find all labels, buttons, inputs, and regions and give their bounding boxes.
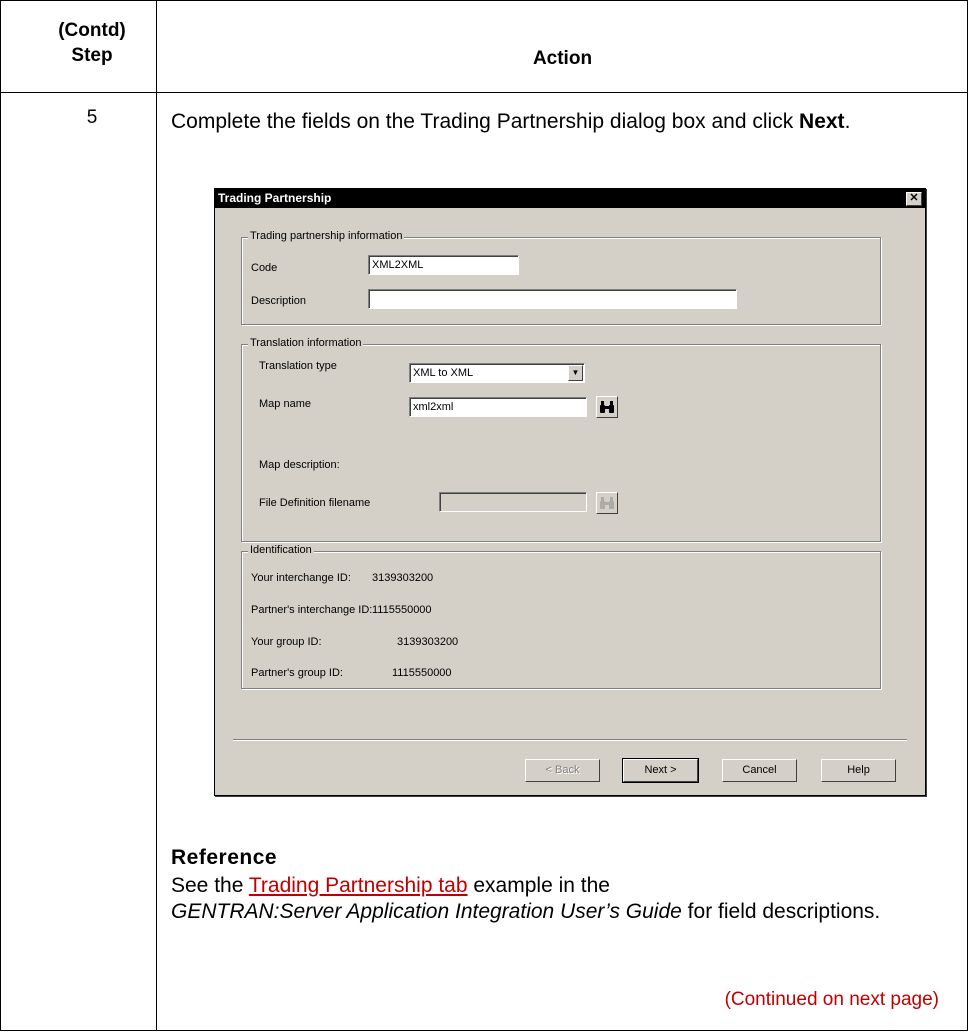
- dialog-title-bar: Trading Partnership ✕: [215, 189, 925, 208]
- help-button[interactable]: Help: [821, 759, 896, 782]
- group-label: Translation information: [248, 337, 364, 349]
- instruction-text: Complete the fields on the Trading Partn…: [171, 110, 800, 133]
- header-action: Action: [532, 48, 593, 69]
- header-step-line1: (Contd): [58, 20, 126, 41]
- your-group-label: Your group ID:: [251, 636, 322, 648]
- reference-text: example in the: [467, 874, 610, 897]
- translation-type-label: Translation type: [259, 360, 337, 372]
- table-header-divider: [0, 92, 968, 93]
- next-button[interactable]: Next >: [622, 758, 699, 783]
- reference-title: Reference: [171, 846, 278, 869]
- close-icon[interactable]: ✕: [906, 192, 922, 206]
- instruction-next-bold: Next: [799, 110, 845, 133]
- trading-partnership-tab-link[interactable]: Trading Partnership tab: [249, 874, 468, 897]
- code-label: Code: [251, 262, 278, 274]
- partner-interchange-label: Partner's interchange ID:: [251, 604, 373, 616]
- instruction-end: .: [844, 110, 851, 133]
- table-column-divider: [156, 1, 157, 1030]
- translation-type-select[interactable]: XML to XML ▼: [409, 363, 585, 383]
- binoculars-icon: [600, 401, 614, 413]
- your-group-value: 3139303200: [397, 636, 459, 648]
- table-border-right: [967, 1, 968, 1030]
- dropdown-arrow-icon[interactable]: ▼: [568, 365, 583, 381]
- map-name-field[interactable]: xml2xml: [409, 397, 587, 417]
- partner-group-value: 1115550000: [392, 667, 452, 679]
- map-description-label: Map description:: [259, 459, 340, 471]
- continued-note: (Continued on next page): [724, 989, 939, 1010]
- back-button[interactable]: < Back: [525, 759, 600, 782]
- step-instruction: Complete the fields on the Trading Partn…: [171, 107, 961, 137]
- reference-text: See the: [171, 874, 249, 897]
- header-step: (Contd) Step: [28, 18, 156, 68]
- reference-text: for field descriptions.: [681, 900, 881, 923]
- your-interchange-label: Your interchange ID:: [251, 572, 351, 584]
- description-field[interactable]: [368, 289, 737, 309]
- reference-body: See the Trading Partnership tab example …: [171, 873, 931, 925]
- description-label: Description: [251, 295, 307, 307]
- dialog-title: Trading Partnership: [218, 191, 332, 205]
- table-border-left: [0, 1, 1, 1030]
- file-definition-browse-button[interactable]: [596, 492, 618, 514]
- map-name-browse-button[interactable]: [596, 396, 618, 418]
- cancel-button[interactable]: Cancel: [722, 759, 797, 782]
- file-definition-label: File Definition filename: [259, 497, 371, 509]
- step-number: 5: [86, 107, 98, 128]
- button-separator: [233, 739, 907, 741]
- translation-type-value: XML to XML: [413, 367, 474, 379]
- guide-title: GENTRAN:Server Application Integration U…: [171, 900, 682, 923]
- file-definition-field[interactable]: [439, 492, 587, 512]
- partner-interchange-value: 1115550000: [372, 604, 432, 616]
- group-label: Trading partnership information: [248, 230, 405, 242]
- map-name-label: Map name: [259, 398, 311, 410]
- group-identification: Identification Your interchange ID: 3139…: [241, 544, 881, 689]
- header-step-line2: Step: [71, 45, 113, 66]
- group-label: Identification: [248, 544, 314, 556]
- your-interchange-value: 3139303200: [372, 572, 434, 584]
- partner-group-label: Partner's group ID:: [251, 667, 343, 679]
- group-translation-info: Translation information Translation type…: [241, 337, 881, 542]
- binoculars-icon: [600, 497, 614, 509]
- code-field[interactable]: XML2XML: [368, 255, 519, 275]
- trading-partnership-dialog: Trading Partnership ✕ Trading partnershi…: [214, 188, 926, 796]
- group-trading-partnership-info: Trading partnership information Code XML…: [241, 230, 881, 325]
